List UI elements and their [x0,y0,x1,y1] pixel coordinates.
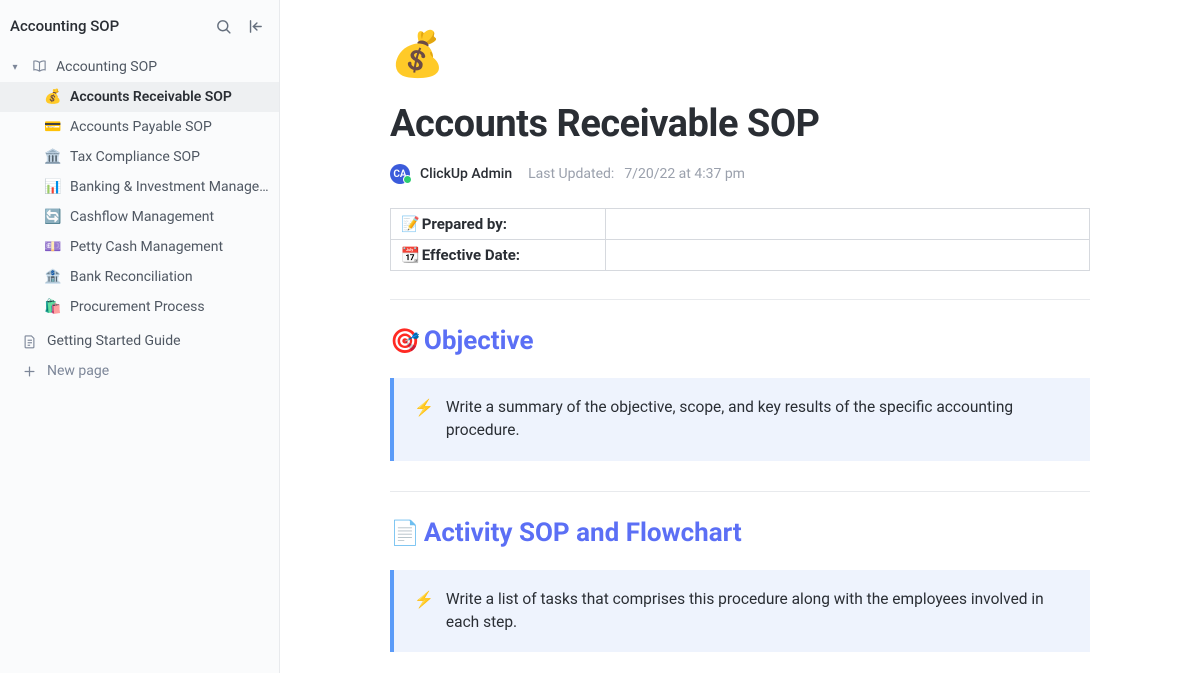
info-table[interactable]: 📝Prepared by:📆Effective Date: [390,208,1090,271]
heading-emoji-icon: 🎯 [390,327,420,355]
info-value-cell[interactable] [606,209,1090,240]
sidebar-item-cashflow-management[interactable]: 🔄 Cashflow Management [0,202,279,232]
page-title[interactable]: Accounts Receivable SOP [390,102,1090,146]
sidebar-item-label: Procurement Process [70,299,269,315]
new-page-button[interactable]: New page [0,356,279,386]
workspace-title: Accounting SOP [10,17,203,35]
info-label-text: Effective Date: [422,246,520,264]
plus-icon [22,364,37,379]
sidebar-item-label: Petty Cash Management [70,239,269,255]
lightning-icon: ⚡ [414,588,434,635]
divider [390,299,1090,300]
sidebar-header: Accounting SOP [0,0,279,52]
item-emoji-icon: 📊 [44,179,62,195]
sidebar-item-accounts-payable-sop[interactable]: 💳 Accounts Payable SOP [0,112,279,142]
item-emoji-icon: 🏦 [44,269,62,285]
info-label-text: Prepared by: [422,215,507,233]
callout[interactable]: ⚡ Write a summary of the objective, scope… [390,378,1090,461]
heading-emoji-icon: 📄 [390,519,420,547]
sidebar: Accounting SOP ▾ Accounting SOP 💰 Account… [0,0,280,673]
main-content: 💰 Accounts Receivable SOP CA ClickUp Adm… [280,0,1200,673]
heading-text: Objective [424,326,534,356]
cell-emoji-icon: 📆 [401,246,420,264]
page-tree: ▾ Accounting SOP 💰 Accounts Receivable SO… [0,52,279,326]
document-icon [22,334,37,349]
info-label-cell[interactable]: 📆Effective Date: [391,240,606,271]
collapse-sidebar-icon[interactable] [243,14,267,38]
page-meta: CA ClickUp Admin Last Updated: 7/20/22 a… [390,164,1090,184]
search-icon[interactable] [211,14,235,38]
item-emoji-icon: 🔄 [44,209,62,225]
sidebar-item-label: Bank Reconciliation [70,269,269,285]
sidebar-item-procurement-process[interactable]: 🛍️ Procurement Process [0,292,279,322]
sidebar-item-tax-compliance-sop[interactable]: 🏛️ Tax Compliance SOP [0,142,279,172]
lightning-icon: ⚡ [414,396,434,443]
item-emoji-icon: 🏛️ [44,149,62,165]
author-avatar[interactable]: CA [390,164,410,184]
callout-text: Write a list of tasks that comprises thi… [446,588,1070,635]
callout[interactable]: ⚡ Write a list of tasks that comprises th… [390,570,1090,653]
caret-down-icon[interactable]: ▾ [8,62,22,73]
sidebar-item-label: Cashflow Management [70,209,269,225]
callout-text: Write a summary of the objective, scope,… [446,396,1070,443]
last-updated-label: Last Updated: [528,166,614,182]
item-emoji-icon: 💳 [44,119,62,135]
author-name[interactable]: ClickUp Admin [420,166,512,182]
sidebar-item-getting-started[interactable]: Getting Started Guide [0,326,279,356]
heading-text: Activity SOP and Flowchart [424,518,742,548]
table-row: 📆Effective Date: [391,240,1090,271]
last-updated-value: 7/20/22 at 4:37 pm [624,166,745,182]
tree-root-label: Accounting SOP [56,59,269,75]
divider [390,491,1090,492]
new-page-label: New page [47,363,109,379]
getting-started-label: Getting Started Guide [47,333,181,349]
tree-root-accounting-sop[interactable]: ▾ Accounting SOP [0,52,279,82]
section-heading[interactable]: 📄Activity SOP and Flowchart [390,518,1090,548]
sidebar-item-banking-investment-managem[interactable]: 📊 Banking & Investment Managem... [0,172,279,202]
sidebar-item-petty-cash-management[interactable]: 💷 Petty Cash Management [0,232,279,262]
item-emoji-icon: 💷 [44,239,62,255]
sidebar-item-label: Accounts Payable SOP [70,119,269,135]
book-icon [30,58,48,77]
section-heading[interactable]: 🎯Objective [390,326,1090,356]
info-value-cell[interactable] [606,240,1090,271]
info-label-cell[interactable]: 📝Prepared by: [391,209,606,240]
sidebar-item-bank-reconciliation[interactable]: 🏦 Bank Reconciliation [0,262,279,292]
sidebar-item-label: Tax Compliance SOP [70,149,269,165]
item-emoji-icon: 🛍️ [44,299,62,315]
cell-emoji-icon: 📝 [401,215,420,233]
page-hero-emoji[interactable]: 💰 [390,28,1090,80]
sidebar-item-accounts-receivable-sop[interactable]: 💰 Accounts Receivable SOP [0,82,279,112]
item-emoji-icon: 💰 [44,89,62,105]
sidebar-item-label: Banking & Investment Managem... [70,179,269,195]
sidebar-item-label: Accounts Receivable SOP [70,89,269,105]
table-row: 📝Prepared by: [391,209,1090,240]
